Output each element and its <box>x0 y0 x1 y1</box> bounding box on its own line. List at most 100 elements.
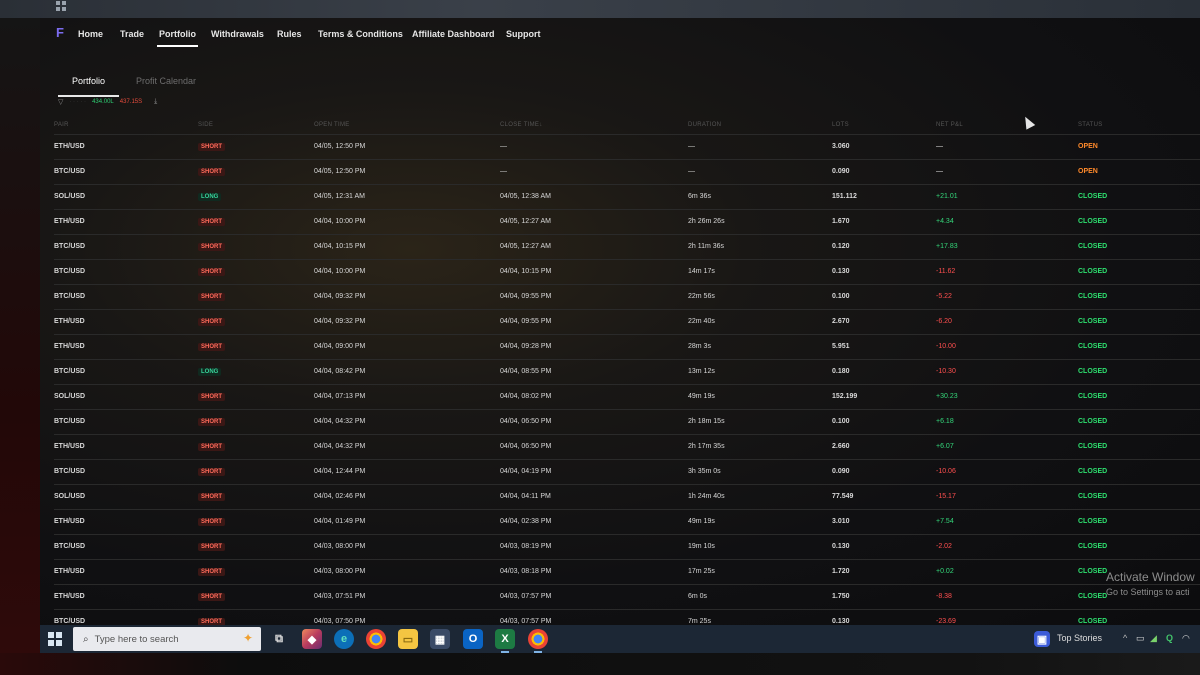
task-view-icon[interactable]: ⧉ <box>269 629 289 649</box>
cell-duration: 2h 17m 35s <box>688 433 832 459</box>
table-row[interactable]: BTC/USD SHORT 04/04, 10:00 PM 04/04, 10:15 … <box>54 258 1200 284</box>
cell-close-time: — <box>500 158 688 184</box>
table-row[interactable]: BTC/USD SHORT 04/04, 12:44 PM 04/04, 04:19 … <box>54 458 1200 484</box>
col-status[interactable]: STATUS <box>1078 116 1200 134</box>
edge-browser-icon[interactable]: e <box>334 629 354 649</box>
nav-withdrawals[interactable]: Withdrawals <box>211 29 264 39</box>
table-row[interactable]: BTC/USD SHORT 04/04, 10:15 PM 04/05, 12:27 … <box>54 233 1200 259</box>
cell-net-pnl: — <box>936 133 1078 159</box>
cell-side: SHORT <box>198 583 314 609</box>
cell-duration: 2h 26m 26s <box>688 208 832 234</box>
cell-status: CLOSED <box>1078 533 1200 559</box>
tab-portfolio[interactable]: Portfolio <box>57 76 120 97</box>
side-badge: SHORT <box>198 518 225 526</box>
table-row[interactable]: SOL/USD SHORT 04/04, 07:13 PM 04/04, 08:02 … <box>54 383 1200 409</box>
table-row[interactable]: BTC/USD SHORT 04/03, 08:00 PM 04/03, 08:19 … <box>54 533 1200 559</box>
table-row[interactable]: ETH/USD SHORT 04/03, 07:51 PM 04/03, 07:57 … <box>54 583 1200 609</box>
cell-status: CLOSED <box>1078 333 1200 359</box>
nav-trade[interactable]: Trade <box>120 29 144 39</box>
col-side[interactable]: SIDE <box>198 116 314 134</box>
store-icon[interactable]: ▦ <box>430 629 450 649</box>
cell-pair: ETH/USD <box>54 308 198 334</box>
table-row[interactable]: ETH/USD SHORT 04/04, 09:00 PM 04/04, 09:28 … <box>54 333 1200 359</box>
filter-icon[interactable]: ▽ <box>58 98 63 106</box>
cell-duration: 22m 40s <box>688 308 832 334</box>
chrome-active-icon[interactable] <box>528 629 548 653</box>
cell-duration: 22m 56s <box>688 283 832 309</box>
nav-home[interactable]: Home <box>78 29 103 39</box>
nav-support[interactable]: Support <box>506 29 541 39</box>
side-badge: SHORT <box>198 343 225 351</box>
tray-nvidia-icon[interactable]: ◢ <box>1150 633 1157 644</box>
cell-net-pnl: +21.01 <box>936 183 1078 209</box>
cell-status: OPEN <box>1078 158 1200 184</box>
cell-open-time: 04/04, 01:49 PM <box>314 508 500 534</box>
activate-subtitle: Go to Settings to acti <box>1106 587 1190 597</box>
tray-wifi-icon[interactable]: ◠ <box>1182 633 1190 644</box>
chrome-icon[interactable] <box>366 629 386 649</box>
col-net-pnl[interactable]: NET P&L <box>936 116 1078 134</box>
col-open-time[interactable]: OPEN TIME <box>314 116 500 134</box>
table-row[interactable]: BTC/USD SHORT 04/05, 12:50 PM — —0.090— OPEN <box>54 158 1200 184</box>
cell-duration: 49m 19s <box>688 383 832 409</box>
cell-net-pnl: +7.54 <box>936 508 1078 534</box>
cell-side: SHORT <box>198 333 314 359</box>
table-row[interactable]: BTC/USD SHORT 04/04, 04:32 PM 04/04, 06:50 … <box>54 408 1200 434</box>
download-icon[interactable]: ⤓ <box>154 98 157 106</box>
table-row[interactable]: ETH/USD SHORT 04/05, 12:50 PM — —3.060— OPEN <box>54 133 1200 159</box>
nav-portfolio[interactable]: Portfolio <box>157 29 198 47</box>
cell-net-pnl: +0.02 <box>936 558 1078 584</box>
excel-icon[interactable]: X <box>495 629 515 653</box>
cell-status: CLOSED <box>1078 283 1200 309</box>
app-screen: F Home Trade Portfolio Withdrawals Rules… <box>40 18 1200 625</box>
table-row[interactable]: ETH/USD SHORT 04/04, 10:00 PM 04/05, 12:27 … <box>54 208 1200 234</box>
nav-terms[interactable]: Terms & Conditions <box>318 29 403 39</box>
logo-icon[interactable]: F <box>56 26 66 39</box>
table-row[interactable]: BTC/USD SHORT 04/03, 07:50 PM 04/03, 07:57 … <box>54 608 1200 625</box>
search-highlight-icon: ✦ <box>242 631 253 645</box>
table-row[interactable]: BTC/USD LONG 04/04, 08:42 PM 04/04, 08:55 P… <box>54 358 1200 384</box>
col-duration[interactable]: DURATION <box>688 116 832 134</box>
cell-lots: 2.670 <box>832 308 936 334</box>
cell-side: SHORT <box>198 158 314 184</box>
nav-affiliate-dashboard[interactable]: Affiliate Dashboard <box>412 29 495 39</box>
cell-close-time: 04/04, 06:50 PM <box>500 408 688 434</box>
table-row[interactable]: SOL/USD LONG 04/05, 12:31 AM 04/05, 12:38 A… <box>54 183 1200 209</box>
side-badge: SHORT <box>198 268 225 276</box>
news-widget-icon[interactable]: ▣ <box>1034 631 1050 647</box>
taskbar-search-input[interactable]: ⌕ Type here to search ✦ <box>73 627 261 651</box>
cell-open-time: 04/04, 02:46 PM <box>314 483 500 509</box>
cell-duration: 28m 3s <box>688 333 832 359</box>
copilot-icon[interactable]: ◆ <box>302 629 322 649</box>
cell-pair: SOL/USD <box>54 483 198 509</box>
apps-grid-icon[interactable] <box>56 1 66 11</box>
cell-open-time: 04/04, 10:00 PM <box>314 208 500 234</box>
tray-app-icon[interactable]: Q <box>1166 633 1173 643</box>
tab-profit-calendar[interactable]: Profit Calendar <box>136 76 196 86</box>
table-row[interactable]: ETH/USD SHORT 04/04, 01:49 PM 04/04, 02:38 … <box>54 508 1200 534</box>
news-widget-label[interactable]: Top Stories <box>1057 633 1102 643</box>
cell-open-time: 04/04, 10:15 PM <box>314 233 500 259</box>
table-row[interactable]: ETH/USD SHORT 04/04, 04:32 PM 04/04, 06:50 … <box>54 433 1200 459</box>
cell-pair: BTC/USD <box>54 258 198 284</box>
cell-open-time: 04/04, 07:13 PM <box>314 383 500 409</box>
cell-lots: 0.090 <box>832 458 936 484</box>
cell-net-pnl: -15.17 <box>936 483 1078 509</box>
nav-rules[interactable]: Rules <box>277 29 302 39</box>
tray-overflow-icon[interactable]: ^ <box>1123 633 1127 643</box>
windows-start-icon[interactable] <box>48 632 62 646</box>
col-pair[interactable]: PAIR <box>54 116 198 134</box>
table-row[interactable]: ETH/USD SHORT 04/04, 09:32 PM 04/04, 09:55 … <box>54 308 1200 334</box>
table-row[interactable]: ETH/USD SHORT 04/03, 08:00 PM 04/03, 08:18 … <box>54 558 1200 584</box>
search-placeholder: Type here to search <box>94 633 179 645</box>
table-row[interactable]: BTC/USD SHORT 04/04, 09:32 PM 04/04, 09:55 … <box>54 283 1200 309</box>
tray-network-icon[interactable]: ▭ <box>1136 633 1145 644</box>
col-close-time[interactable]: CLOSE TIME↓ <box>500 116 688 134</box>
cell-pair: BTC/USD <box>54 158 198 184</box>
file-explorer-icon[interactable]: ▭ <box>398 629 418 649</box>
search-icon: ⌕ <box>83 633 89 645</box>
table-row[interactable]: SOL/USD SHORT 04/04, 02:46 PM 04/04, 04:11 … <box>54 483 1200 509</box>
outlook-icon[interactable]: O <box>463 629 483 649</box>
cell-close-time: 04/04, 10:15 PM <box>500 258 688 284</box>
col-lots[interactable]: LOTS <box>832 116 936 134</box>
